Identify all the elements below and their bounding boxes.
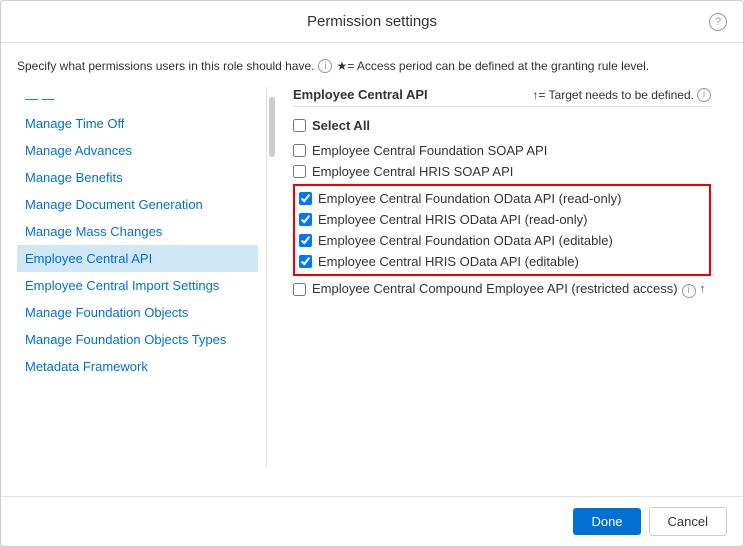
permissions-list: Select All Employee Central Foundation SO… [293,115,711,301]
content-panel-title: Employee Central API [293,87,428,102]
select-all-checkbox[interactable] [293,119,306,132]
perm-item-hris-odata-editable: Employee Central HRIS OData API (editabl… [299,251,705,272]
sidebar-item-manage-document-generation[interactable]: Manage Document Generation [17,191,258,218]
label-hris-odata-editable[interactable]: Employee Central HRIS OData API (editabl… [318,254,579,269]
label-foundation-odata-readonly[interactable]: Employee Central Foundation OData API (r… [318,191,622,206]
dialog-body: Specify what permissions users in this r… [1,43,743,496]
scrollbar[interactable] [269,97,275,157]
sidebar-item-manage-foundation-objects[interactable]: Manage Foundation Objects [17,299,258,326]
sidebar-item-manage-benefits[interactable]: Manage Benefits [17,164,258,191]
sidebar-item-employee-central-api[interactable]: Employee Central API [17,245,258,272]
permission-settings-dialog: Permission settings ? Specify what permi… [0,0,744,547]
perm-item-hris-odata-readonly: Employee Central HRIS OData API (read-on… [299,209,705,230]
checkbox-hris-odata-readonly[interactable] [299,213,312,226]
star-note: ★= Access period can be defined at the g… [336,59,649,73]
sidebar-item-employee-central-import-settings[interactable]: Employee Central Import Settings [17,272,258,299]
compound-api-info-icon: i [682,284,696,298]
sidebar-scroll-wrapper: — —Manage Time OffManage AdvancesManage … [17,87,277,480]
checkbox-soap-api[interactable] [293,144,306,157]
target-note-text: ↑= Target needs to be defined. [532,88,694,102]
main-content: — —Manage Time OffManage AdvancesManage … [17,87,727,480]
label-hris-odata-readonly[interactable]: Employee Central HRIS OData API (read-on… [318,212,588,227]
sidebar-item-manage-advances[interactable]: Manage Advances [17,137,258,164]
select-all-label[interactable]: Select All [312,118,370,133]
label-hris-soap-api[interactable]: Employee Central HRIS SOAP API [312,164,513,179]
cancel-button[interactable]: Cancel [649,507,727,536]
perm-item-compound-employee-api: Employee Central Compound Employee API (… [293,278,711,301]
dialog-title: Permission settings [307,13,437,30]
content-header: Employee Central API ↑= Target needs to … [293,87,711,107]
checkbox-foundation-odata-editable[interactable] [299,234,312,247]
label-foundation-odata-editable[interactable]: Employee Central Foundation OData API (e… [318,233,613,248]
perm-item-hris-soap-api: Employee Central HRIS SOAP API [293,161,711,182]
target-info-icon: i [697,88,711,102]
checkbox-foundation-odata-readonly[interactable] [299,192,312,205]
select-all-row: Select All [293,115,711,136]
help-icon[interactable]: ? [709,13,727,31]
checkbox-compound-employee-api[interactable] [293,283,306,296]
sidebar-item-manage-time-off[interactable]: Manage Time Off [17,110,258,137]
info-text: Specify what permissions users in this r… [17,59,314,73]
sidebar-item-metadata-framework[interactable]: Metadata Framework [17,353,258,380]
content-panel: Employee Central API ↑= Target needs to … [277,87,727,467]
checkbox-hris-odata-editable[interactable] [299,255,312,268]
label-compound-employee-api[interactable]: Employee Central Compound Employee API (… [312,281,696,298]
target-icon: ↑ [700,283,706,295]
target-note: ↑= Target needs to be defined. i [532,88,711,102]
dialog-header: Permission settings ? [1,1,743,43]
perm-item-foundation-odata-readonly: Employee Central Foundation OData API (r… [299,188,705,209]
label-soap-api[interactable]: Employee Central Foundation SOAP API [312,143,547,158]
perm-item-soap-api: Employee Central Foundation SOAP API [293,140,711,161]
checkbox-hris-soap-api[interactable] [293,165,306,178]
perm-item-foundation-odata-editable: Employee Central Foundation OData API (e… [299,230,705,251]
highlighted-permissions-group: Employee Central Foundation OData API (r… [293,184,711,276]
sidebar: — —Manage Time OffManage AdvancesManage … [17,87,267,467]
info-bar: Specify what permissions users in this r… [17,59,727,73]
done-button[interactable]: Done [573,508,640,535]
dialog-footer: Done Cancel [1,496,743,546]
sidebar-item-manage-mass-changes[interactable]: Manage Mass Changes [17,218,258,245]
sidebar-item-manage-foundation-objects-types[interactable]: Manage Foundation Objects Types [17,326,258,353]
info-icon: i [318,59,332,73]
